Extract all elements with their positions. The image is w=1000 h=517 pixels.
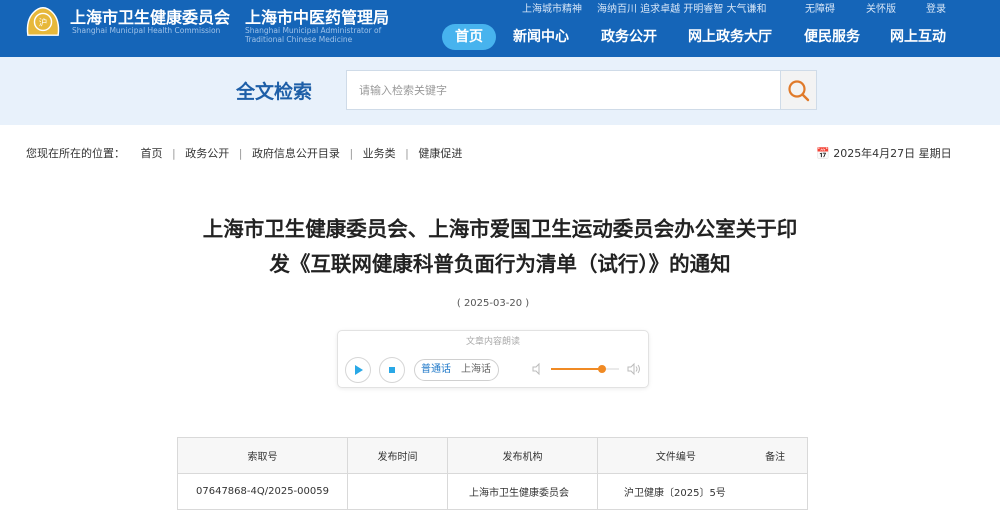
emblem-logo[interactable]: 沪 [24,3,62,39]
org-name-health[interactable]: 上海市卫生健康委员会 [70,4,230,28]
volume-fill [551,368,602,370]
breadcrumb-separator: | [405,147,409,160]
col-header-publisher: 发布机构 [447,437,598,474]
city-spirit-label: 上海城市精神 [522,4,582,15]
breadcrumb-separator: | [238,147,243,160]
table-header-row: 索取号 发布时间 发布机构 文件编号 备注 [177,437,808,474]
city-spirit-text: 海纳百川 追求卓越 开明睿智 大气谦和 [597,4,767,15]
breadcrumb: 您现在所在的位置： 首页 | 政务公开 | 政府信息公开目录 | 业务类 | 健… [26,145,462,161]
col-header-publish-time: 发布时间 [347,437,448,474]
search-input[interactable] [346,70,781,110]
play-button[interactable] [345,357,371,383]
stop-button[interactable] [379,357,405,383]
stop-icon [389,367,395,373]
org-name-health-en: Shanghai Municipal Health Commission [72,26,221,35]
breadcrumb-item-catalog[interactable]: 政府信息公开目录 [252,145,340,161]
play-icon [355,365,363,375]
lang-shanghainese[interactable]: 上海话 [461,360,491,380]
svg-text:沪: 沪 [39,18,48,29]
col-header-index-no: 索取号 [177,437,348,474]
publish-date: ( 2025-03-20 ) [456,298,530,309]
breadcrumb-item-health-promotion[interactable]: 健康促进 [418,145,462,161]
article-title-line-2: 发《互联网健康科普负面行为清单（试行）》的通知 [269,252,731,276]
current-date: 📅 2025年4月27日 星期日 [816,147,952,160]
volume-slider[interactable] [551,365,619,373]
col-header-file-no: 文件编号 [655,452,696,463]
site-header: 沪 上海市卫生健康委员会 上海市中医药管理局 Shanghai Municipa… [0,0,1000,57]
breadcrumb-separator: | [349,147,354,160]
nav-gov-affairs[interactable]: 政务公开 [594,24,664,50]
org-name-tcm-en: Shanghai Municipal Administrator of Trad… [245,26,382,44]
volume-knob[interactable] [598,365,606,373]
cell-publish-time [347,473,448,510]
article-title-line-1: 上海市卫生健康委员会、上海市爱国卫生运动委员会办公室关于印 [202,217,798,241]
breadcrumb-separator: | [172,147,176,160]
col-header-remarks: 备注 [765,452,786,463]
document-info-table: 索取号 发布时间 发布机构 文件编号 备注 07647868-4Q/2025-0… [177,437,808,510]
cell-file-no: 沪卫健康〔2025〕5号 [597,473,808,510]
search-title: 全文检索 [236,81,313,103]
nav-news-center[interactable]: 新闻中心 [506,24,576,50]
nav-services[interactable]: 便民服务 [797,24,867,50]
search-button[interactable] [780,70,817,110]
player-caption: 文章内容朗读 [465,337,520,347]
search-band: 全文检索 [0,57,1000,125]
table-row: 07647868-4Q/2025-00059 上海市卫生健康委员会 沪卫健康〔2… [177,473,808,510]
breadcrumb-label: 您现在所在的位置： [26,147,125,160]
volume-high-icon [627,362,640,376]
breadcrumb-item-gov-affairs[interactable]: 政务公开 [185,145,229,161]
login-link[interactable]: 登录 [926,0,946,15]
nav-interaction[interactable]: 网上互动 [883,24,953,50]
article-title: 上海市卫生健康委员会、上海市爱国卫生运动委员会办公室关于印 发《互联网健康科普负… [120,212,880,282]
care-mode-link[interactable]: 关怀版 [866,0,896,15]
search-icon [788,80,810,102]
volume-low-icon [532,362,540,376]
lang-mandarin[interactable]: 普通话 [421,360,451,380]
nav-home[interactable]: 首页 [442,24,496,50]
cell-index-no: 07647868-4Q/2025-00059 [177,473,348,510]
nav-online-hall[interactable]: 网上政务大厅 [680,24,780,50]
cell-publisher: 上海市卫生健康委员会 [447,473,598,510]
breadcrumb-item-business[interactable]: 业务类 [363,145,396,161]
breadcrumb-item-home[interactable]: 首页 [141,145,163,161]
accessibility-link[interactable]: 无障碍 [805,0,835,15]
org-name-tcm[interactable]: 上海市中医药管理局 [245,4,389,28]
col-header-file-no-remarks: 文件编号 备注 [597,437,808,474]
